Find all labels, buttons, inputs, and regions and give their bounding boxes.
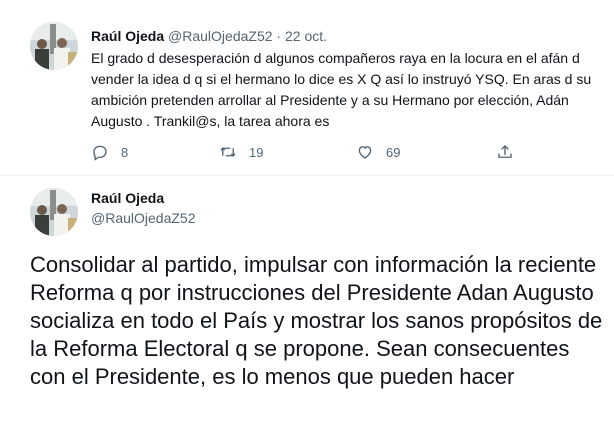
reply-button[interactable]: 8	[91, 140, 128, 164]
tweet-text: El grado d desesperación d algunos compa…	[91, 50, 592, 129]
like-button[interactable]: 69	[356, 140, 400, 164]
heart-icon	[358, 146, 372, 159]
author-handle[interactable]: @RaulOjedaZ52	[168, 28, 273, 44]
reply-count: 8	[121, 144, 129, 160]
share-icon	[498, 145, 512, 158]
header-separator: ·	[276, 28, 282, 44]
like-count: 69	[386, 144, 401, 160]
tweet-actions: 8 19 69	[91, 140, 521, 164]
tweet-first[interactable]: Raúl Ojeda @RaulOjedaZ52 · 22 oct. El gr…	[0, 0, 614, 176]
avatar-photo-icon	[30, 22, 78, 70]
retweet-button[interactable]: 19	[219, 140, 263, 164]
tweet-second[interactable]: Raúl Ojeda @RaulOjedaZ52 Consolidar al p…	[0, 176, 614, 427]
avatar-photo-icon	[30, 188, 78, 236]
author-name[interactable]: Raúl Ojeda	[91, 28, 164, 44]
author-avatar[interactable]	[30, 188, 78, 236]
reply-icon	[93, 145, 107, 161]
retweet-count: 19	[249, 144, 264, 160]
author-handle[interactable]: @RaulOjedaZ52	[91, 210, 196, 226]
retweet-icon	[220, 147, 236, 157]
tweet-header: Raúl Ojeda @RaulOjedaZ52 · 22 oct.	[91, 28, 327, 44]
share-button[interactable]	[496, 140, 514, 164]
tweet-date[interactable]: 22 oct.	[285, 28, 327, 44]
author-avatar[interactable]	[30, 22, 78, 70]
author-name[interactable]: Raúl Ojeda	[91, 190, 164, 206]
tweet-text: Consolidar al partido, impulsar con info…	[30, 252, 603, 389]
